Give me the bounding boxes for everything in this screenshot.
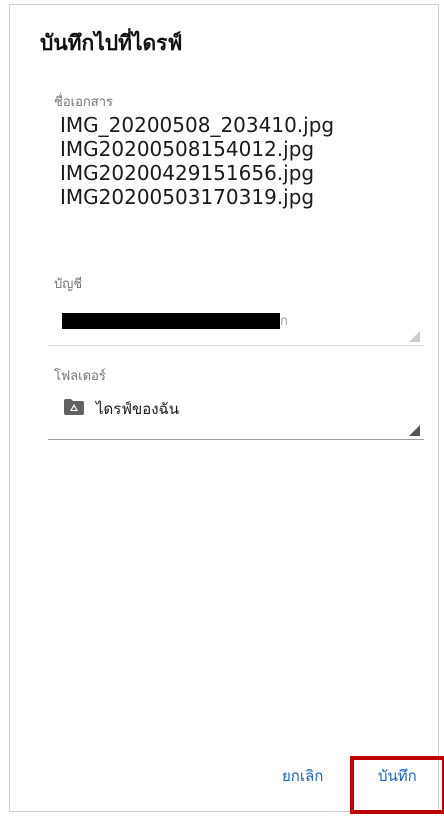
dialog-actions: ยกเลิก บันทึก xyxy=(10,751,444,814)
folder-label: โฟลเดอร์ xyxy=(54,369,106,384)
folder-value: ไดรฟ์ของฉัน xyxy=(96,400,180,418)
dialog-title: บันทึกไปที่ไดรฟ์ xyxy=(40,31,183,55)
save-to-drive-dialog: บันทึกไปที่ไดรฟ์ ชื่อเอกสาร IMG_20200508… xyxy=(9,4,444,814)
document-item: IMG20200508154012.jpg xyxy=(60,137,315,161)
account-select[interactable]: ก xyxy=(48,305,424,346)
account-label: บัญชี xyxy=(54,277,83,292)
cancel-button[interactable]: ยกเลิก xyxy=(282,764,323,788)
dropdown-corner-icon xyxy=(409,331,420,342)
account-value-tail: ก xyxy=(280,314,288,329)
document-list: IMG_20200508_203410.jpg IMG2020050815401… xyxy=(60,113,334,209)
dropdown-corner-icon xyxy=(409,425,420,436)
document-item: IMG20200503170319.jpg xyxy=(60,185,315,209)
document-item: IMG20200429151656.jpg xyxy=(60,161,315,185)
save-button[interactable]: บันทึก xyxy=(378,764,417,788)
redaction-bar xyxy=(62,313,280,329)
document-name-label: ชื่อเอกสาร xyxy=(54,95,113,110)
document-item: IMG_20200508_203410.jpg xyxy=(60,113,335,137)
folder-select[interactable]: ไดรฟ์ของฉัน xyxy=(48,393,424,440)
drive-folder-icon xyxy=(64,399,84,415)
